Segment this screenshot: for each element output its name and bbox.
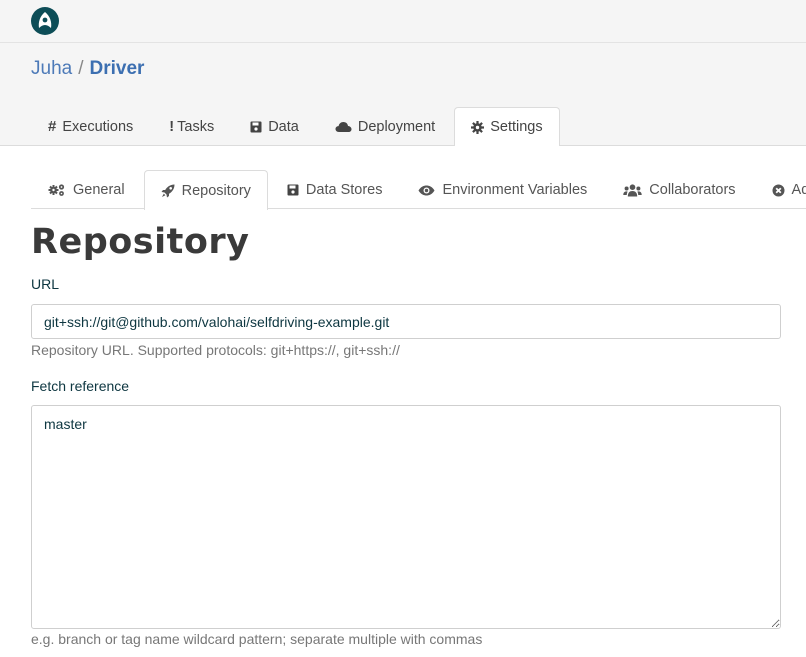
project-header: Juha / Driver # Executions ! Tasks Data De… bbox=[0, 43, 806, 146]
tab-data[interactable]: Data bbox=[233, 107, 316, 145]
breadcrumb: Juha / Driver bbox=[31, 58, 144, 80]
subtab-label: Collaborators bbox=[649, 182, 736, 198]
users-icon bbox=[623, 183, 642, 197]
subtab-label: General bbox=[73, 182, 125, 198]
hash-icon: # bbox=[48, 118, 57, 135]
subtab-admin[interactable]: Admin bbox=[755, 170, 806, 209]
tab-tasks[interactable]: ! Tasks bbox=[152, 107, 231, 145]
valohai-logo-icon[interactable] bbox=[31, 7, 59, 35]
rocket-icon bbox=[161, 184, 175, 198]
tab-label: Deployment bbox=[357, 118, 436, 135]
tab-label: Tasks bbox=[177, 118, 215, 135]
subtab-collaborators[interactable]: Collaborators bbox=[606, 170, 752, 209]
tab-executions[interactable]: # Executions bbox=[31, 107, 150, 145]
cloud-icon bbox=[335, 121, 352, 133]
eye-icon bbox=[418, 185, 435, 196]
subtab-label: Environment Variables bbox=[442, 182, 588, 198]
subtab-general[interactable]: General bbox=[31, 170, 142, 209]
url-input[interactable] bbox=[31, 304, 781, 339]
breadcrumb-owner-link[interactable]: Juha bbox=[31, 58, 72, 79]
fetch-reference-label: Fetch reference bbox=[31, 378, 130, 394]
repository-settings-form: Repository URL Repository URL. Supported… bbox=[31, 222, 781, 647]
tab-label: Data bbox=[268, 118, 299, 135]
main-tabs: # Executions ! Tasks Data Deployment Set… bbox=[31, 107, 562, 146]
floppy-icon bbox=[287, 184, 299, 196]
url-label: URL bbox=[31, 276, 60, 292]
fetch-reference-textarea[interactable]: master bbox=[31, 405, 781, 629]
breadcrumb-separator: / bbox=[78, 58, 84, 79]
settings-sub-tabs: General Repository Data Stores Environme… bbox=[31, 170, 806, 210]
subtab-label: Repository bbox=[181, 182, 251, 199]
subtab-data-stores[interactable]: Data Stores bbox=[270, 170, 400, 209]
top-bar bbox=[0, 0, 806, 43]
page-title: Repository bbox=[31, 222, 250, 262]
breadcrumb-project-link[interactable]: Driver bbox=[89, 58, 144, 79]
subtab-label: Admin bbox=[791, 182, 806, 198]
tab-settings[interactable]: Settings bbox=[454, 107, 560, 146]
tab-deployment[interactable]: Deployment bbox=[318, 107, 452, 145]
cogs-icon bbox=[48, 183, 66, 197]
url-help-text: Repository URL. Supported protocols: git… bbox=[31, 342, 400, 358]
subtab-environment-variables[interactable]: Environment Variables bbox=[401, 170, 604, 209]
subtab-label: Data Stores bbox=[305, 182, 383, 198]
exclamation-icon: ! bbox=[169, 118, 175, 135]
tab-label: Executions bbox=[62, 118, 134, 135]
close-circle-icon bbox=[772, 184, 785, 197]
subtab-repository[interactable]: Repository bbox=[143, 170, 268, 210]
tab-label: Settings bbox=[490, 119, 543, 135]
floppy-icon bbox=[250, 121, 262, 133]
cog-icon bbox=[471, 120, 485, 134]
fetch-reference-help-text: e.g. branch or tag name wildcard pattern… bbox=[31, 631, 483, 647]
